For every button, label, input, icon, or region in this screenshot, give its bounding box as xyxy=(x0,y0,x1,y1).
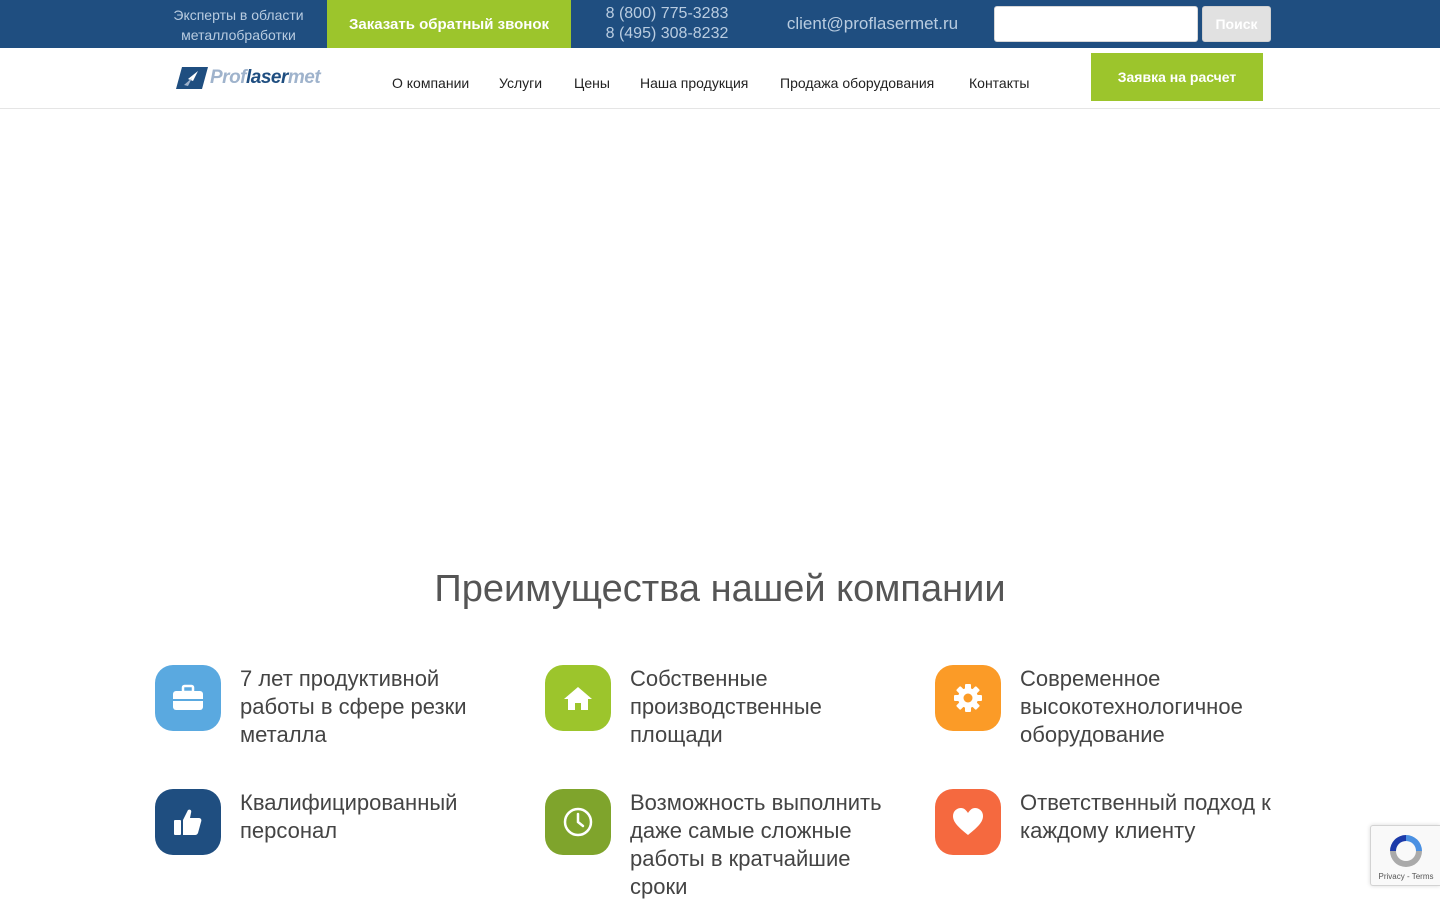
search-input[interactable] xyxy=(994,6,1198,42)
nav-item-equipment-sale[interactable]: Продажа оборудования xyxy=(780,75,934,91)
nav-item-prices[interactable]: Цены xyxy=(574,75,610,91)
recaptcha-badge[interactable]: Privacy - Terms xyxy=(1370,825,1440,886)
logo-wordmark: Proflasermet xyxy=(210,67,321,88)
advantage-equipment-text: Современное высокотехнологичное оборудов… xyxy=(1020,666,1243,747)
advantage-speed-text: Возможность выполнить даже самые сложные… xyxy=(630,790,882,899)
advantage-staff-text: Квалифицированный персонал xyxy=(240,790,458,843)
hero-banner-area xyxy=(0,109,1440,549)
advantage-experience-text: 7 лет продуктивной работы в сфере резки … xyxy=(240,666,467,747)
phone-numbers: 8 (800) 775-3283 8 (495) 308-8232 xyxy=(597,4,737,44)
briefcase-icon xyxy=(155,665,221,731)
home-icon xyxy=(545,665,611,731)
gear-icon xyxy=(935,665,1001,731)
thumbs-up-icon xyxy=(155,789,221,855)
email-link[interactable]: client@proflasermet.ru xyxy=(770,13,975,35)
main-navigation: Proflasermet О компании Услуги Цены Наша… xyxy=(0,48,1440,109)
logo-star-icon xyxy=(176,67,208,89)
callback-button[interactable]: Заказать обратный звонок xyxy=(327,0,571,48)
top-bar: Эксперты в области металлобработки Заказ… xyxy=(0,0,1440,48)
advantage-facilities-text: Собственные производственные площади xyxy=(630,666,822,747)
order-estimate-button[interactable]: Заявка на расчет xyxy=(1091,53,1263,101)
advantages-title: Преимущества нашей компании xyxy=(434,568,1006,610)
logo[interactable]: Proflasermet xyxy=(176,64,336,92)
phone-link-1[interactable]: 8 (800) 775-3283 xyxy=(597,4,737,24)
advantage-approach-text: Ответственный подход к каждому клиенту xyxy=(1020,790,1271,843)
clock-icon xyxy=(545,789,611,855)
nav-item-products[interactable]: Наша продукция xyxy=(640,75,748,91)
recaptcha-logo-icon xyxy=(1390,835,1422,867)
phone-link-2[interactable]: 8 (495) 308-8232 xyxy=(597,24,737,44)
company-tagline: Эксперты в области металлобработки xyxy=(173,7,304,43)
heart-icon xyxy=(935,789,1001,855)
nav-item-contacts[interactable]: Контакты xyxy=(969,75,1029,91)
nav-item-services[interactable]: Услуги xyxy=(499,75,542,91)
nav-item-about[interactable]: О компании xyxy=(392,75,469,91)
recaptcha-links[interactable]: Privacy - Terms xyxy=(1371,872,1440,881)
search-button[interactable]: Поиск xyxy=(1202,6,1271,42)
